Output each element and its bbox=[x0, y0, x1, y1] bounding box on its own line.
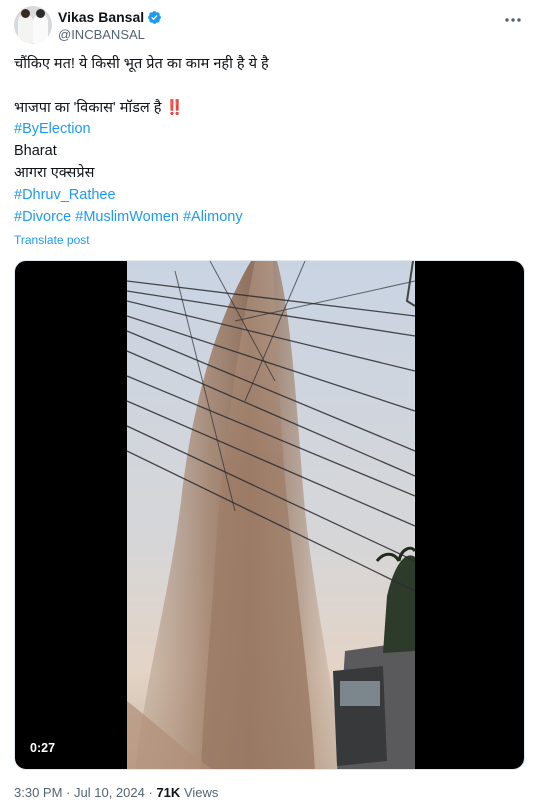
author-block: Vikas Bansal @INCBANSAL bbox=[58, 8, 162, 42]
tweet-meta: 3:30 PM · Jul 10, 2024 · 71K Views bbox=[14, 785, 218, 800]
hashtag-byelection[interactable]: #ByElection bbox=[14, 121, 91, 137]
tweet-line-2-text: भाजपा का 'विकास' मॉडल है bbox=[14, 99, 162, 116]
tweet-time[interactable]: 3:30 PM bbox=[14, 785, 62, 800]
more-options-button[interactable] bbox=[501, 10, 525, 30]
video-player[interactable]: 0:27 bbox=[14, 260, 525, 770]
text-agra-expressway: आगरा एक्सप्रेस bbox=[14, 164, 95, 181]
hashtag-dhruv-rathee[interactable]: #Dhruv_Rathee bbox=[14, 187, 116, 203]
translate-post-link[interactable]: Translate post bbox=[14, 233, 90, 247]
tweet-text: चौंकिए मत! ये किसी भूत प्रेत का काम नही … bbox=[14, 54, 529, 228]
hashtag-alimony[interactable]: #Alimony bbox=[183, 209, 243, 225]
views-count: 71K bbox=[156, 785, 181, 800]
tweet-header: Vikas Bansal @INCBANSAL bbox=[14, 6, 529, 46]
video-frame bbox=[126, 261, 417, 769]
meta-separator: · bbox=[148, 785, 153, 800]
tweet-line-2: भाजपा का 'विकास' मॉडल है ‼️ bbox=[14, 98, 529, 120]
verified-badge-icon bbox=[148, 10, 162, 24]
author-handle[interactable]: @INCBANSAL bbox=[58, 27, 162, 42]
tweet-line-1: चौंकिए मत! ये किसी भूत प्रेत का काम नही … bbox=[14, 56, 269, 72]
video-timecode: 0:27 bbox=[30, 741, 56, 755]
author-display-name[interactable]: Vikas Bansal bbox=[58, 9, 144, 25]
hashtag-divorce[interactable]: #Divorce bbox=[14, 209, 71, 225]
tweet-date[interactable]: Jul 10, 2024 bbox=[74, 785, 145, 800]
text-bharat: Bharat bbox=[14, 143, 57, 160]
more-options-icon bbox=[505, 18, 521, 22]
double-exclamation-emoji: ‼️ bbox=[165, 99, 184, 116]
views-label: Views bbox=[183, 785, 219, 800]
meta-separator: · bbox=[66, 785, 71, 800]
hashtag-muslimwomen[interactable]: #MuslimWomen bbox=[75, 209, 179, 225]
avatar[interactable] bbox=[14, 6, 52, 44]
